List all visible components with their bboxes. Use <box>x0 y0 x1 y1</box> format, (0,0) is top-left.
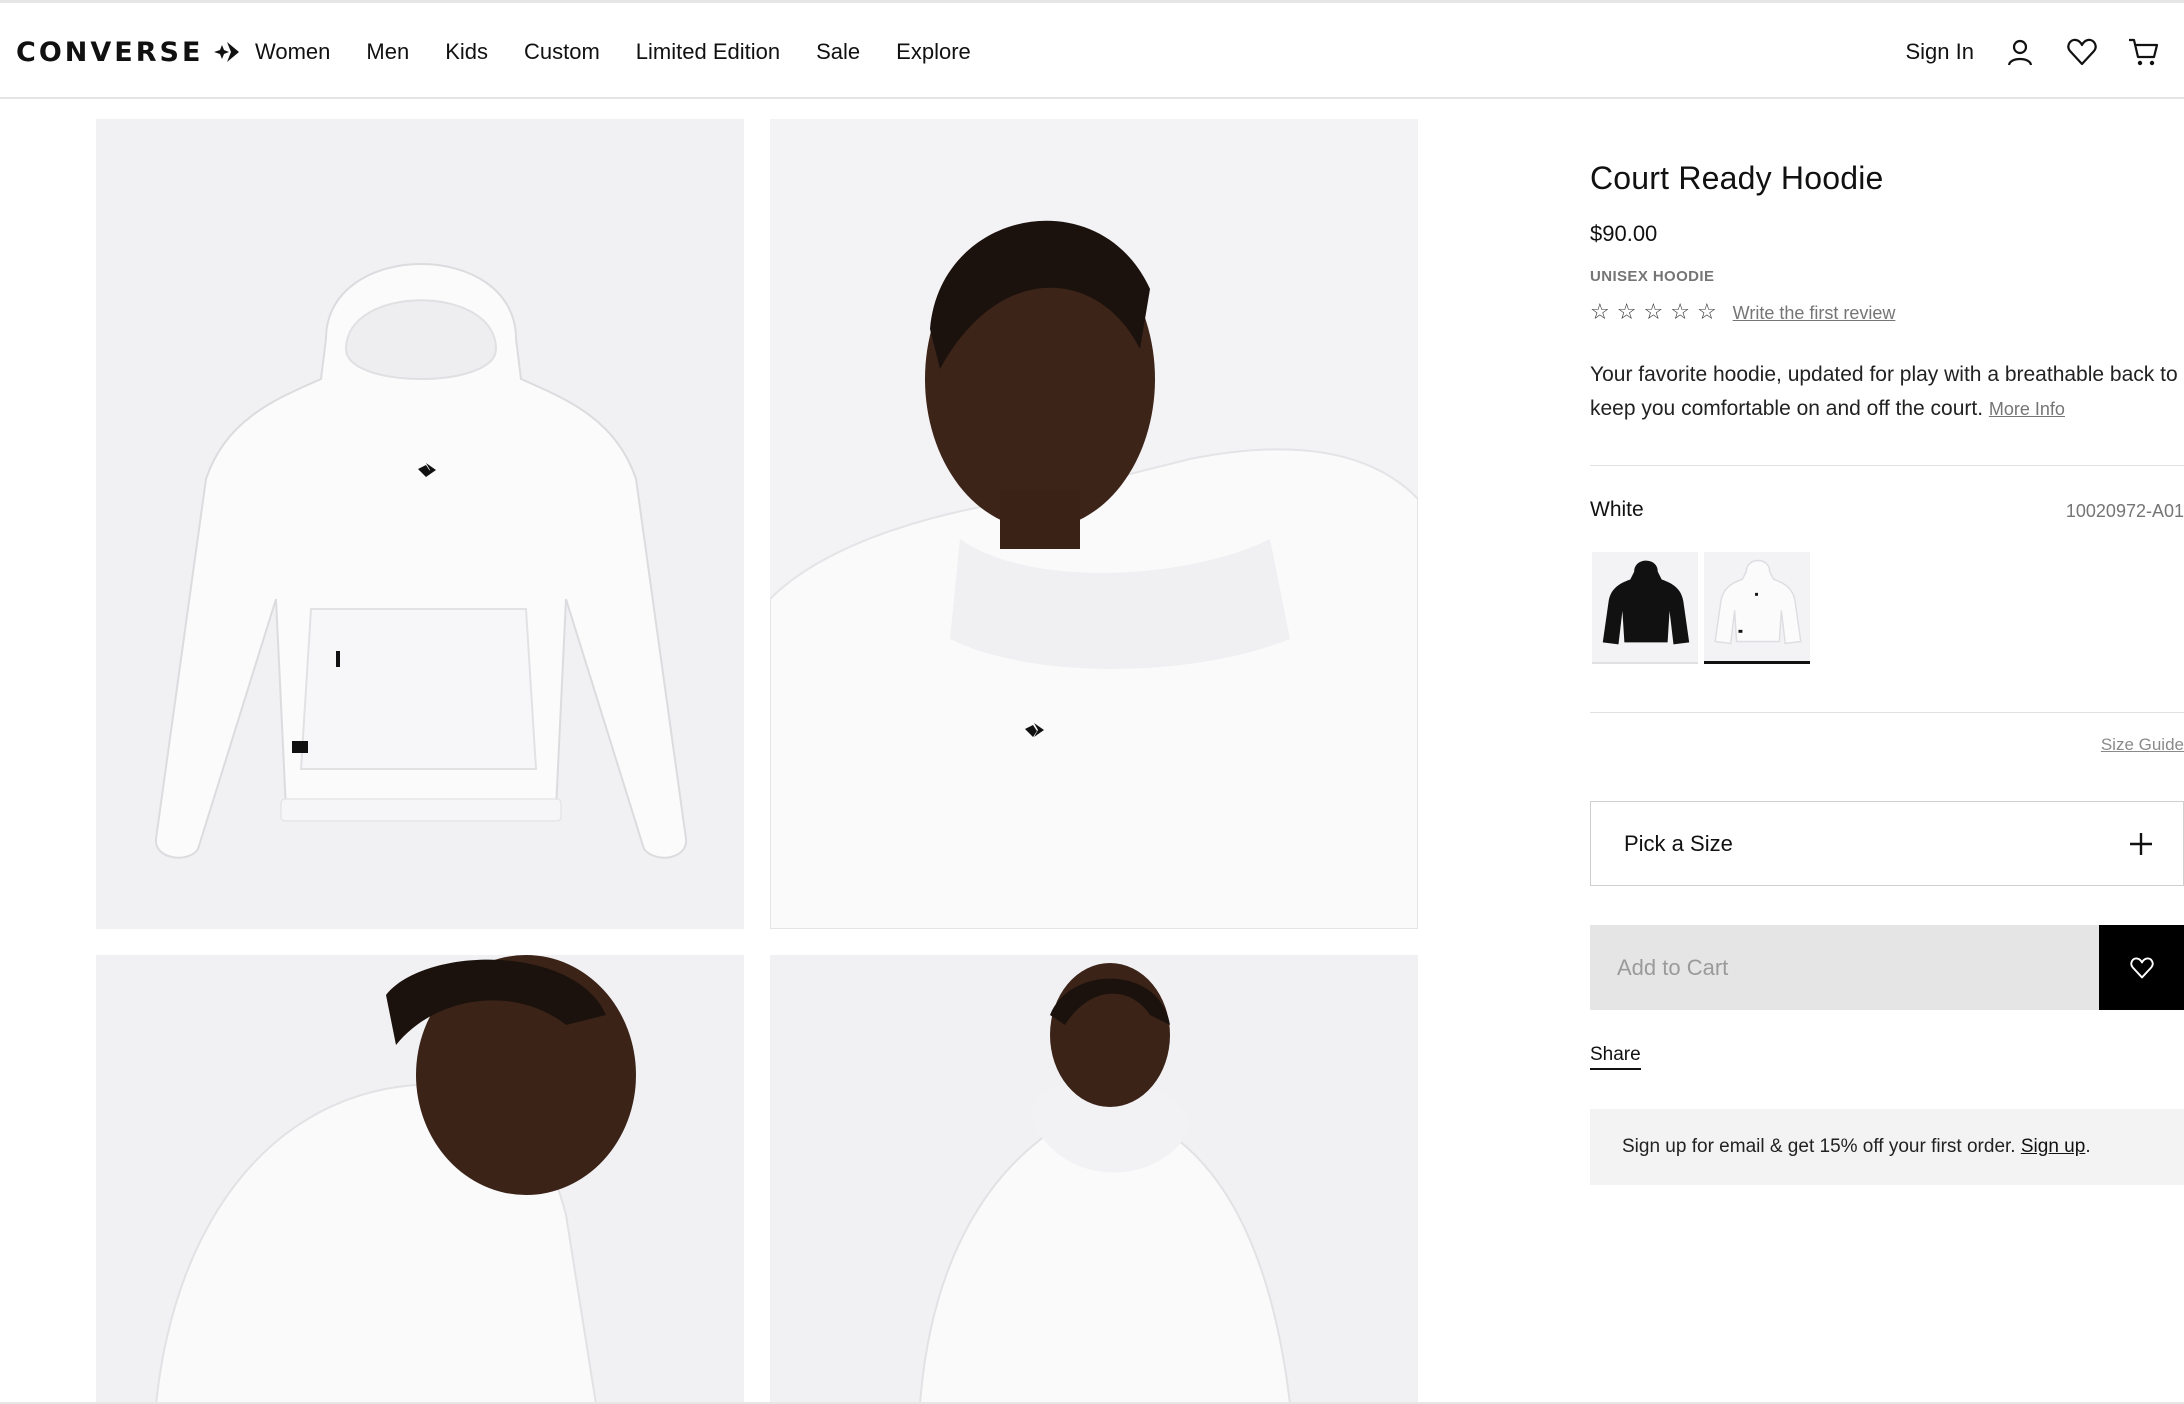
white-hoodie-thumbnail <box>1705 552 1809 661</box>
sign-in-link[interactable]: Sign In <box>1906 39 1975 65</box>
share-link[interactable]: Share <box>1590 1044 1641 1070</box>
star-icon: ☆ <box>1696 300 1717 325</box>
product-image-model-back[interactable] <box>770 955 1418 1404</box>
product-category: UNISEX HOODIE <box>1590 268 1715 285</box>
selected-color-name: White <box>1590 498 1644 521</box>
cart-icon[interactable] <box>2128 36 2160 68</box>
logo-text: CONVERSE <box>16 36 204 68</box>
product-info-panel: Court Ready Hoodie $90.00 UNISEX HOODIE … <box>1590 160 2184 1185</box>
product-image-flat-front[interactable] <box>96 119 744 929</box>
rating-row: ☆ ☆ ☆ ☆ ☆ Write the first review <box>1590 302 1895 324</box>
star-rating: ☆ ☆ ☆ ☆ ☆ <box>1590 302 1717 324</box>
main-nav: Women Men Kids Custom Limited Edition Sa… <box>255 34 971 70</box>
heart-icon <box>2129 957 2154 978</box>
divider <box>1590 712 2184 713</box>
nav-sale[interactable]: Sale <box>816 39 860 65</box>
site-header: CONVERSE Women Men Kids Custom Limited E… <box>0 3 2184 99</box>
promo-text: Sign up for email & get 15% off your fir… <box>1622 1136 2016 1157</box>
nav-limited-edition[interactable]: Limited Edition <box>636 39 780 65</box>
model-front-illustration <box>770 119 1418 929</box>
black-hoodie-thumbnail <box>1592 552 1698 662</box>
star-icon: ☆ <box>1670 300 1690 325</box>
description-text: Your favorite hoodie, updated for play w… <box>1590 363 2178 420</box>
product-image-model-front[interactable] <box>770 119 1418 929</box>
model-back-illustration <box>770 955 1418 1404</box>
nav-kids[interactable]: Kids <box>445 39 488 65</box>
star-icon: ☆ <box>1616 300 1637 325</box>
more-info-link[interactable]: More Info <box>1989 399 2065 419</box>
star-chevron-icon <box>214 42 240 62</box>
product-title: Court Ready Hoodie <box>1590 160 1884 196</box>
promo-sign-up-link[interactable]: Sign up <box>2021 1136 2085 1158</box>
style-code: 10020972-A01 <box>2065 501 2184 521</box>
nav-custom[interactable]: Custom <box>524 39 600 65</box>
star-icon: ☆ <box>1590 300 1610 325</box>
size-picker[interactable]: Pick a Size <box>1590 801 2184 886</box>
size-guide-link[interactable]: Size Guide <box>2101 735 2184 755</box>
product-image-model-side[interactable] <box>96 955 744 1404</box>
swatch-white[interactable] <box>1704 552 1810 664</box>
add-to-favorites-button[interactable] <box>2099 925 2184 1010</box>
swatch-black[interactable] <box>1592 552 1698 664</box>
model-side-illustration <box>96 955 744 1404</box>
product-description: Your favorite hoodie, updated for play w… <box>1590 358 2184 426</box>
plus-icon <box>2130 832 2152 855</box>
user-icon[interactable] <box>2004 36 2036 68</box>
promo-suffix: . <box>2085 1136 2091 1157</box>
write-review-link[interactable]: Write the first review <box>1733 303 1896 324</box>
hoodie-flat-illustration <box>96 119 744 929</box>
product-price: $90.00 <box>1590 221 1658 246</box>
size-picker-label: Pick a Size <box>1624 830 1733 856</box>
nav-explore[interactable]: Explore <box>896 39 971 65</box>
converse-logo[interactable]: CONVERSE <box>16 34 241 70</box>
heart-icon[interactable] <box>2066 36 2098 68</box>
nav-men[interactable]: Men <box>366 39 409 65</box>
star-icon: ☆ <box>1643 300 1664 325</box>
email-promo-banner: Sign up for email & get 15% off your fir… <box>1590 1109 2184 1185</box>
header-actions: Sign In <box>1906 30 2161 74</box>
divider <box>1590 465 2184 466</box>
add-to-cart-button[interactable]: Add to Cart <box>1590 925 2099 1010</box>
nav-women[interactable]: Women <box>255 39 330 65</box>
